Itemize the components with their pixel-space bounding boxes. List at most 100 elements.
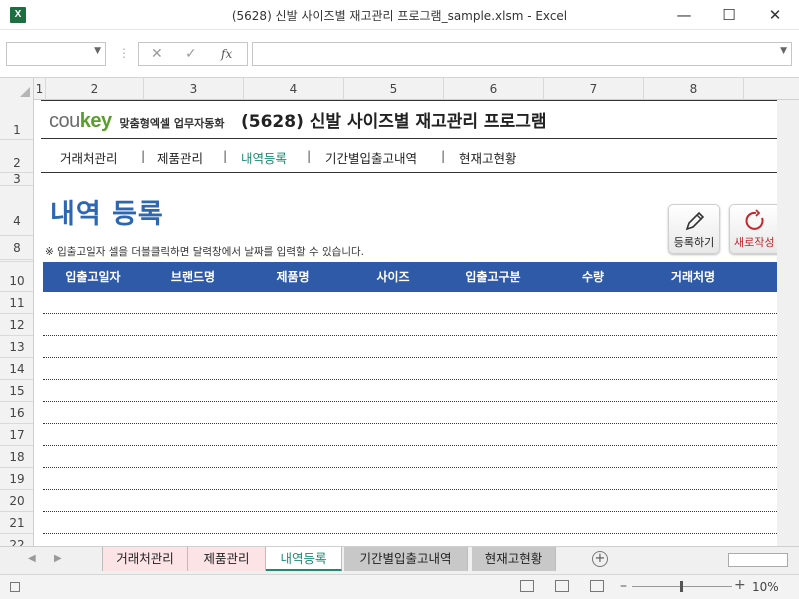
vertical-scrollbar[interactable] — [777, 100, 799, 546]
maximize-icon[interactable]: ☐ — [706, 0, 752, 30]
column-header[interactable]: 6 — [444, 78, 544, 100]
sheet-tabs-bar: ◀ ▶ 거래처관리 제품관리 내역등록 기간별입출고내역 현재고현황 + — [0, 546, 799, 574]
row-header[interactable]: 15 — [0, 380, 33, 402]
column-header[interactable]: 4 — [244, 78, 344, 100]
zoom-slider-thumb[interactable] — [680, 581, 683, 592]
zoom-in-icon[interactable]: + — [734, 577, 746, 593]
nav-item-register[interactable]: 내역등록 — [241, 148, 287, 167]
nav-item-clients[interactable]: 거래처관리 — [60, 148, 118, 167]
tab-register[interactable]: 내역등록 — [266, 547, 342, 571]
table-header: 입출고일자 브랜드명 제품명 사이즈 입출고구분 수량 거래처명 — [43, 262, 777, 292]
row-header[interactable]: 22 — [0, 534, 33, 546]
table-header-cell: 제품명 — [276, 270, 310, 284]
new-entry-button[interactable]: 새로작성 — [729, 204, 777, 254]
table-row[interactable] — [43, 314, 777, 336]
enter-check-icon[interactable]: ✓ — [185, 46, 197, 62]
minimize-icon[interactable]: — — [661, 0, 707, 30]
nav-separator: | — [441, 148, 446, 163]
add-sheet-icon[interactable]: + — [592, 551, 608, 567]
status-bar: – + 10% — [0, 574, 799, 599]
table-header-cell: 수량 — [581, 270, 605, 284]
normal-view-icon[interactable] — [520, 580, 534, 592]
table-row[interactable] — [43, 424, 777, 446]
page-layout-view-icon[interactable] — [555, 580, 569, 592]
table-row[interactable] — [43, 512, 777, 534]
row-header[interactable]: 1 — [0, 100, 33, 140]
instruction-note: ※ 입출고일자 셀을 더블클릭하면 달력창에서 날짜를 입력할 수 있습니다. — [45, 246, 364, 258]
chevron-right-icon[interactable]: ▶ — [54, 553, 62, 564]
macro-record-icon[interactable] — [10, 582, 20, 592]
row-header[interactable]: 10 — [0, 262, 33, 292]
nav-separator: | — [223, 148, 228, 163]
cancel-icon[interactable]: ✕ — [151, 46, 163, 62]
row-header[interactable]: 21 — [0, 512, 33, 534]
row-header[interactable]: 14 — [0, 358, 33, 380]
refresh-icon — [745, 209, 764, 230]
row-header[interactable]: 8 — [0, 236, 33, 260]
formula-bar: ▼ ⋮ ✕ ✓ fx ▼ — [0, 30, 799, 78]
table-row[interactable] — [43, 380, 777, 402]
table-row[interactable] — [43, 358, 777, 380]
divider — [41, 172, 777, 173]
chevron-down-icon[interactable]: ▼ — [94, 46, 101, 56]
chevron-down-icon[interactable]: ▼ — [780, 46, 787, 56]
nav-item-stock-status[interactable]: 현재고현황 — [459, 148, 517, 167]
divider — [41, 100, 777, 101]
table-row[interactable] — [43, 402, 777, 424]
tab-clients[interactable]: 거래처관리 — [102, 547, 188, 571]
horizontal-scrollbar[interactable] — [728, 553, 788, 567]
row-header[interactable]: 4 — [0, 186, 33, 236]
row-header[interactable]: 20 — [0, 490, 33, 512]
column-header[interactable]: 5 — [344, 78, 444, 100]
table-row[interactable] — [43, 292, 777, 314]
new-entry-button-label: 새로작성 — [734, 236, 775, 249]
insert-function-icon[interactable]: fx — [221, 47, 232, 61]
formula-buttons: ✕ ✓ fx — [138, 42, 248, 66]
row-header[interactable]: 18 — [0, 446, 33, 468]
tab-stock-status[interactable]: 현재고현황 — [472, 547, 556, 571]
row-header[interactable]: 11 — [0, 292, 33, 314]
page-break-view-icon[interactable] — [590, 580, 604, 592]
brand-tagline: 맞춤형엑셀 업무자동화 — [119, 117, 225, 130]
formula-input[interactable]: ▼ — [252, 42, 792, 66]
select-all-corner[interactable] — [0, 78, 34, 100]
row-header[interactable]: 17 — [0, 424, 33, 446]
nav-separator: | — [141, 148, 146, 163]
column-headers: 1 2 3 4 5 6 7 8 — [0, 78, 799, 100]
zoom-level[interactable]: 10% — [752, 580, 779, 594]
tab-products[interactable]: 제품관리 — [188, 547, 266, 571]
table-row[interactable] — [43, 490, 777, 512]
register-button[interactable]: 등록하기 — [668, 204, 720, 254]
divider — [41, 138, 777, 139]
column-header[interactable]: 8 — [644, 78, 744, 100]
row-header[interactable]: 2 — [0, 140, 33, 173]
table-row[interactable] — [43, 468, 777, 490]
page-title: (5628) 신발 사이즈별 재고관리 프로그램 — [241, 112, 547, 132]
logo-text: coukey — [49, 110, 112, 132]
tab-period-history[interactable]: 기간별입출고내역 — [344, 547, 468, 571]
row-header[interactable]: 3 — [0, 173, 33, 186]
row-header[interactable]: 12 — [0, 314, 33, 336]
name-box[interactable]: ▼ — [6, 42, 106, 66]
nav-item-products[interactable]: 제품관리 — [157, 148, 203, 167]
table-header-cell: 입출고일자 — [65, 270, 121, 284]
chevron-left-icon[interactable]: ◀ — [28, 553, 36, 564]
row-header[interactable]: 19 — [0, 468, 33, 490]
zoom-out-icon[interactable]: – — [620, 578, 627, 594]
column-header[interactable]: 3 — [144, 78, 244, 100]
table-header-cell: 거래처명 — [670, 270, 716, 284]
row-headers: 1 2 3 4 8 9 10 11 12 13 14 15 16 17 18 1… — [0, 100, 34, 546]
column-header[interactable]: 2 — [46, 78, 144, 100]
column-header[interactable]: 7 — [544, 78, 644, 100]
nav-separator: | — [307, 148, 312, 163]
worksheet[interactable]: coukey 맞춤형엑셀 업무자동화 (5628) 신발 사이즈별 재고관리 프… — [35, 100, 777, 546]
register-button-label: 등록하기 — [673, 236, 715, 249]
table-row[interactable] — [43, 336, 777, 358]
brand-logo: coukey 맞춤형엑셀 업무자동화 — [49, 110, 224, 136]
row-header[interactable]: 13 — [0, 336, 33, 358]
table-row[interactable] — [43, 446, 777, 468]
close-icon[interactable]: ✕ — [752, 0, 798, 30]
nav-item-period-history[interactable]: 기간별입출고내역 — [325, 148, 417, 167]
column-header[interactable]: 1 — [34, 78, 46, 100]
row-header[interactable]: 16 — [0, 402, 33, 424]
